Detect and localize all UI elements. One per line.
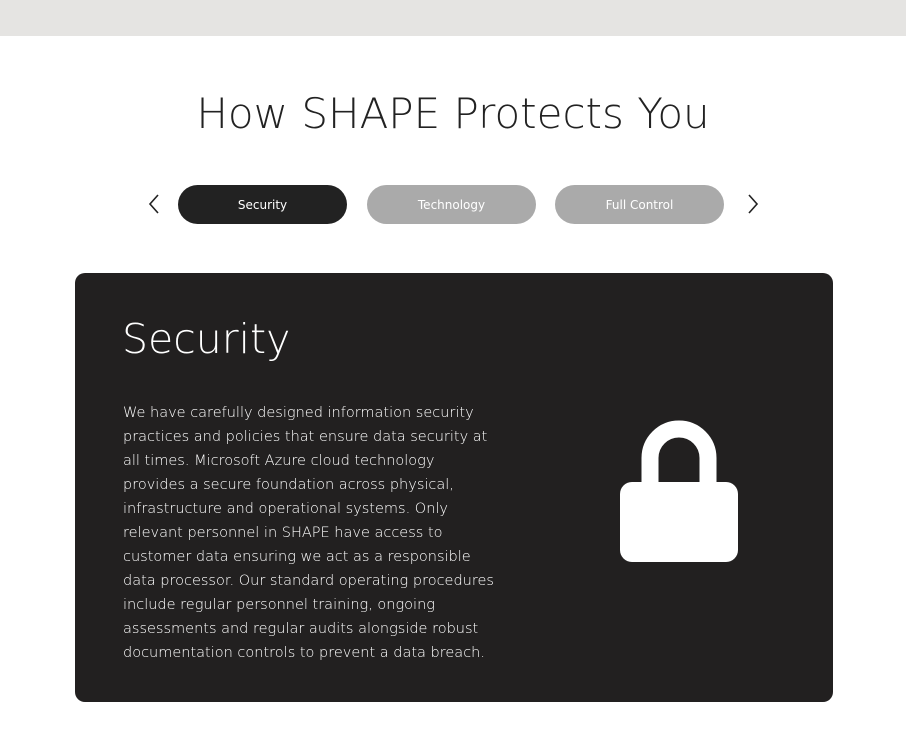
panel-body-text: We have carefully designed information s…: [123, 405, 494, 661]
tab-technology[interactable]: Technology: [367, 185, 536, 224]
chevron-right-icon: [748, 194, 759, 214]
chevron-left-icon: [148, 194, 159, 214]
tab-technology-label: Technology: [417, 197, 486, 212]
tab-security[interactable]: Security: [178, 185, 347, 224]
top-bar: [0, 0, 906, 36]
content-panel: Security We have carefully designed info…: [75, 273, 833, 702]
tab-security-label: Security: [237, 197, 288, 212]
tab-full-control-label: Full Control: [605, 197, 674, 212]
carousel-prev-button[interactable]: [144, 190, 164, 218]
carousel-next-button[interactable]: [743, 190, 763, 218]
panel-title: Security: [122, 315, 291, 363]
tab-full-control[interactable]: Full Control: [555, 185, 724, 224]
lock-icon: [620, 420, 738, 562]
page-title: How SHAPE Protects You: [196, 89, 710, 138]
